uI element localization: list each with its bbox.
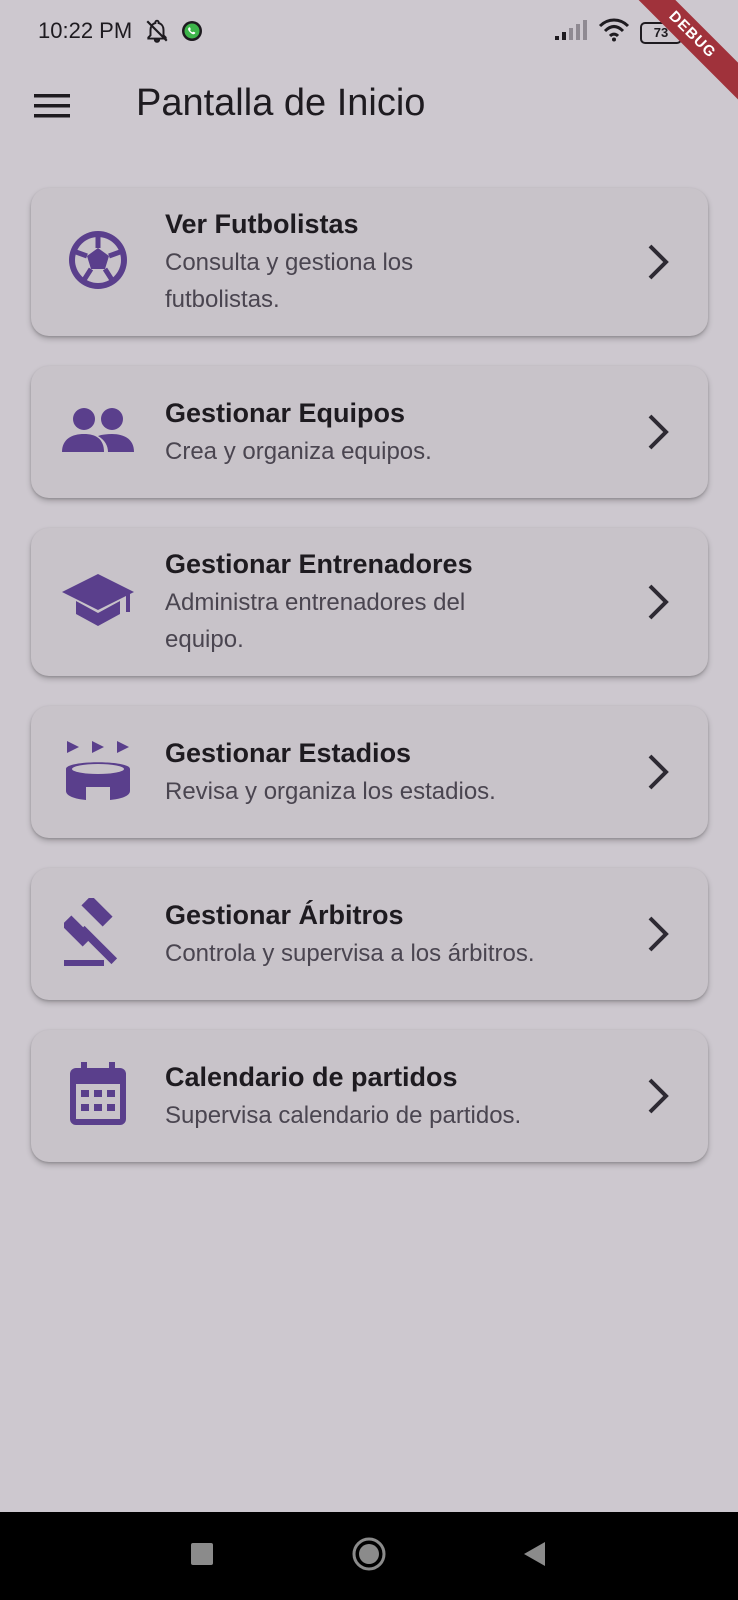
card-icon-container [31, 228, 165, 297]
card-title: Calendario de partidos [165, 1061, 458, 1092]
status-time: 10:22 PM [38, 18, 133, 43]
recents-button[interactable] [180, 1534, 224, 1578]
people-icon [62, 406, 134, 459]
gavel-icon [61, 894, 132, 971]
home-button[interactable] [347, 1534, 391, 1578]
graduation-cap-icon [62, 572, 134, 633]
menu-card-estadios[interactable]: Gestionar Estadios Revisa y organiza los… [31, 706, 708, 838]
card-title: Gestionar Entrenadores [165, 549, 473, 579]
menu-card-arbitros[interactable]: Gestionar Árbitros Controla y supervisa … [31, 868, 708, 1000]
circle-home-icon [351, 1536, 387, 1577]
card-text: Gestionar Árbitros Controla y supervisa … [165, 897, 638, 972]
wifi-icon [598, 18, 630, 47]
card-text: Gestionar Equipos Crea y organiza equipo… [165, 395, 638, 470]
card-subtitle: Administra entrenadores del equipo. [165, 589, 466, 653]
card-subtitle: Crea y organiza equipos. [165, 437, 432, 465]
chevron-right-icon [638, 583, 678, 621]
menu-card-calendario[interactable]: Calendario de partidos Supervisa calenda… [31, 1030, 708, 1162]
card-icon-container [31, 894, 165, 971]
whatsapp-icon [180, 19, 204, 48]
card-icon-container [31, 1061, 165, 1131]
chevron-right-icon [638, 243, 678, 281]
card-title: Gestionar Equipos [165, 397, 406, 428]
card-text: Gestionar Estadios Revisa y organiza los… [165, 735, 638, 810]
menu-card-futbolistas[interactable]: Ver Futbolistas Consulta y gestiona los … [31, 188, 708, 336]
system-navigation-bar [0, 1512, 738, 1600]
soccer-ball-icon [66, 228, 130, 297]
card-title: Gestionar Estadios [165, 737, 412, 768]
card-icon-container [31, 406, 165, 459]
chevron-right-icon [638, 915, 678, 953]
chevron-right-icon [638, 1077, 678, 1115]
chevron-right-icon [638, 413, 678, 451]
triangle-back-icon [521, 1540, 547, 1573]
card-icon-container [31, 739, 165, 806]
stadium-icon [65, 739, 131, 806]
menu-card-entrenadores[interactable]: Gestionar Entrenadores Administra entren… [31, 528, 708, 676]
signal-icon [554, 18, 588, 47]
back-button[interactable] [512, 1534, 556, 1578]
menu-card-equipos[interactable]: Gestionar Equipos Crea y organiza equipo… [31, 366, 708, 498]
card-text: Ver Futbolistas Consulta y gestiona los … [165, 206, 638, 318]
card-subtitle: Supervisa calendario de partidos. [165, 1101, 522, 1129]
card-text: Calendario de partidos Supervisa calenda… [165, 1059, 638, 1134]
page-title: Pantalla de Inicio [136, 82, 426, 124]
status-icons-left [144, 18, 204, 49]
menu-list: Ver Futbolistas Consulta y gestiona los … [31, 188, 708, 1192]
menu-button[interactable] [28, 84, 76, 132]
hamburger-menu-icon [34, 93, 70, 124]
card-icon-container [31, 572, 165, 633]
card-title: Gestionar Árbitros [165, 899, 404, 930]
card-title: Ver Futbolistas [165, 209, 359, 239]
card-subtitle: Revisa y organiza los estadios. [165, 777, 496, 805]
status-bar: 10:22 PM 73 DEBUG [0, 0, 738, 108]
calendar-icon [69, 1061, 127, 1131]
card-text: Gestionar Entrenadores Administra entren… [165, 546, 638, 658]
app-bar: Pantalla de Inicio [0, 66, 738, 146]
card-subtitle: Controla y supervisa a los árbitros. [165, 939, 535, 967]
square-icon [190, 1542, 214, 1571]
notifications-off-icon [144, 18, 170, 49]
chevron-right-icon [638, 753, 678, 791]
card-subtitle: Consulta y gestiona los futbolistas. [165, 249, 414, 313]
